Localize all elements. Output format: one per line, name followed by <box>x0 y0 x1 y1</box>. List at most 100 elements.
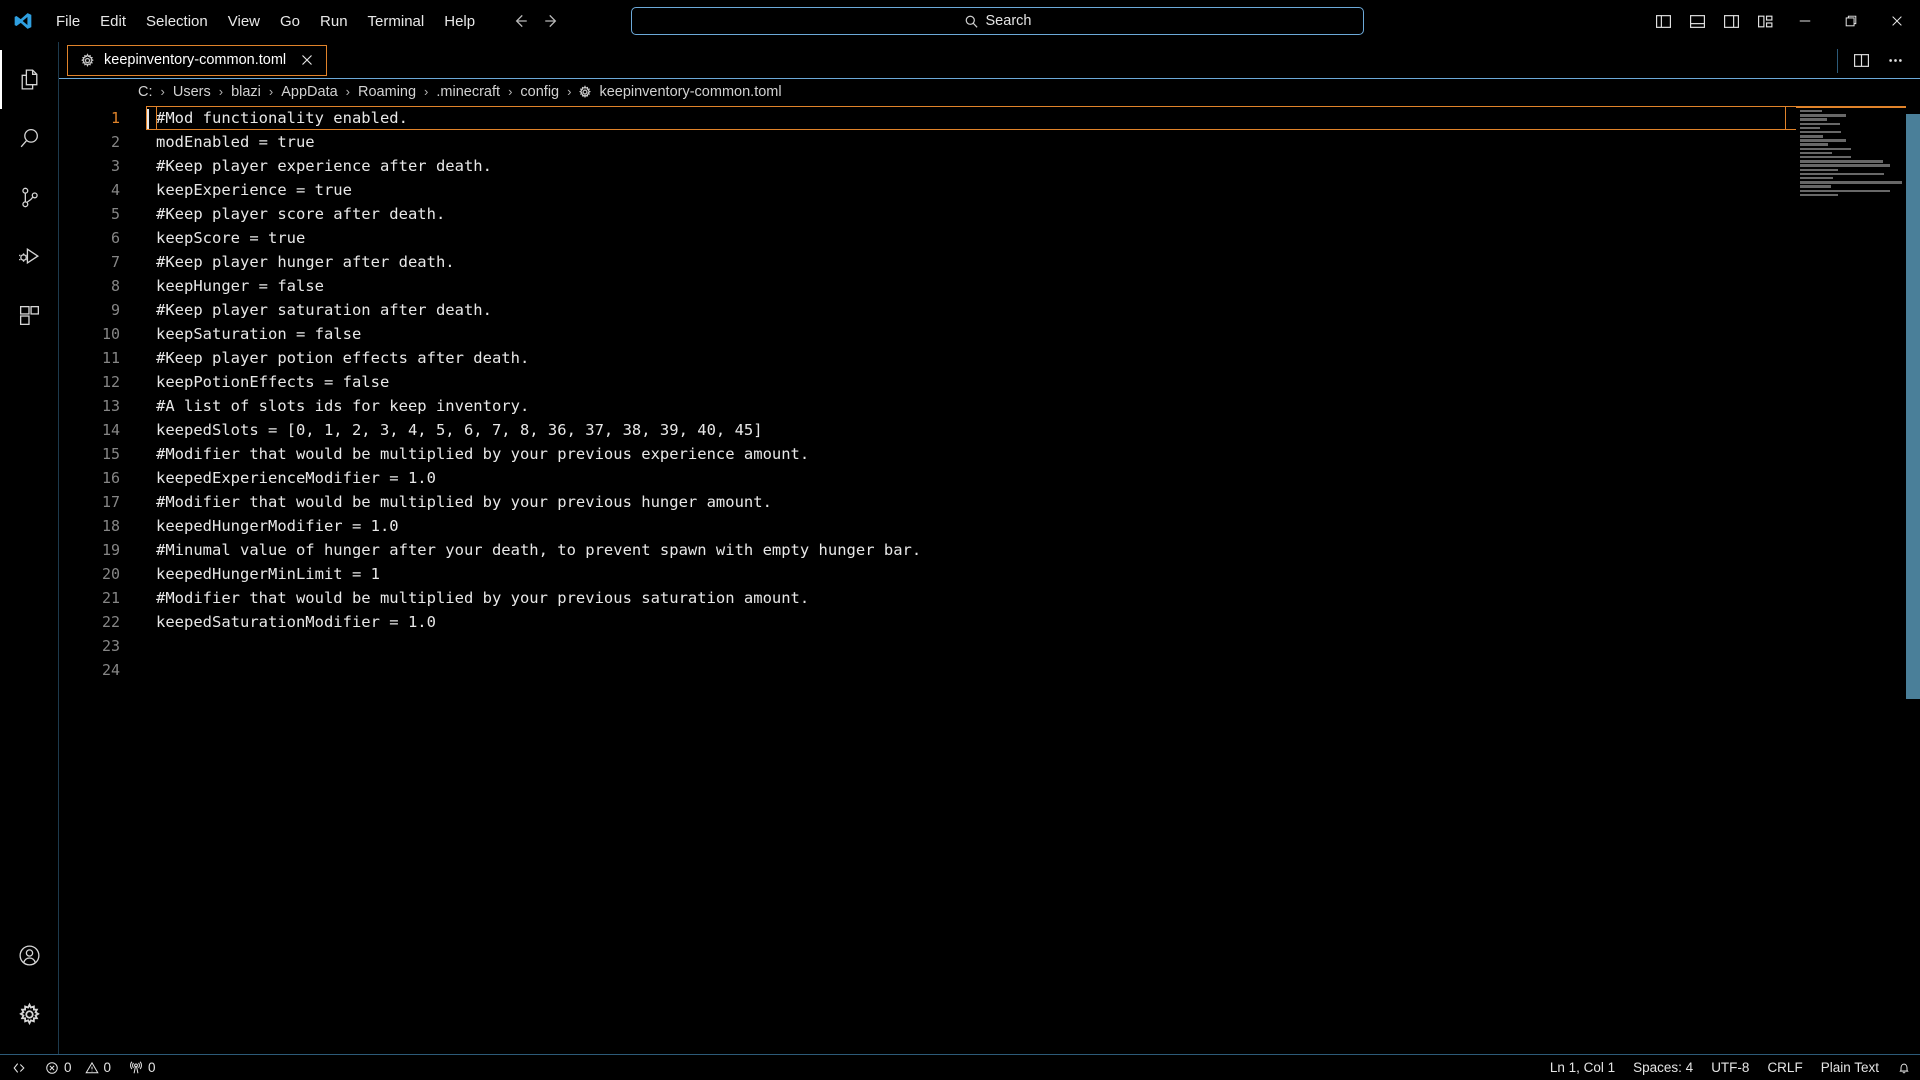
code-viewport[interactable]: 1 #Mod functionality enabled. 2 modEnabled … <box>59 104 1920 1054</box>
editor-tab-keepinventory-common-toml[interactable]: keepinventory-common.toml <box>67 44 328 76</box>
code-line[interactable]: 14 keepedSlots = [0, 1, 2, 3, 4, 5, 6, 7,… <box>59 418 1920 442</box>
remote-window-button[interactable] <box>0 1055 36 1080</box>
menu-run[interactable]: Run <box>310 0 358 42</box>
breadcrumb-item-3[interactable]: AppData <box>280 84 338 100</box>
code-line[interactable]: 6 keepScore = true <box>59 226 1920 250</box>
line-content[interactable]: #Modifier that would be multiplied by yo… <box>146 442 1920 466</box>
code-line[interactable]: 4 keepExperience = true <box>59 178 1920 202</box>
status-editor-encoding[interactable]: UTF-8 <box>1702 1055 1758 1080</box>
line-content[interactable]: keepSaturation = false <box>146 322 1920 346</box>
customize-layout-icon[interactable] <box>1748 0 1782 42</box>
code-line[interactable]: 21 #Modifier that would be multiplied by … <box>59 586 1920 610</box>
code-line[interactable]: 23 <box>59 634 1920 658</box>
code-lines[interactable]: 1 #Mod functionality enabled. 2 modEnabled … <box>59 104 1920 682</box>
arrow-right-icon[interactable] <box>541 10 563 32</box>
minimap[interactable] <box>1796 104 1906 1054</box>
breadcrumb-item-2[interactable]: blazi <box>230 84 262 100</box>
sidebar-item-source-control[interactable] <box>0 168 59 227</box>
line-content[interactable]: keepedHungerMinLimit = 1 <box>146 562 1920 586</box>
breadcrumb-item-0[interactable]: C: <box>137 84 154 100</box>
line-content[interactable]: modEnabled = true <box>146 130 1920 154</box>
code-line[interactable]: 3 #Keep player experience after death. <box>59 154 1920 178</box>
layout-primary-sidebar-icon[interactable] <box>1646 0 1680 42</box>
line-content[interactable] <box>146 658 1920 682</box>
line-content[interactable]: #Keep player potion effects after death. <box>146 346 1920 370</box>
status-ports[interactable]: 0 <box>120 1055 165 1080</box>
sidebar-item-explorer[interactable] <box>0 50 59 109</box>
menu-help[interactable]: Help <box>434 0 485 42</box>
split-editor-icon[interactable] <box>1844 46 1878 76</box>
status-editor-eol[interactable]: CRLF <box>1758 1055 1811 1080</box>
close-icon[interactable] <box>299 52 315 68</box>
close-icon[interactable] <box>1874 0 1920 42</box>
code-line[interactable]: 12 keepPotionEffects = false <box>59 370 1920 394</box>
sidebar-item-run-and-debug[interactable] <box>0 227 59 286</box>
line-content[interactable]: #Keep player score after death. <box>146 202 1920 226</box>
status-editor-position[interactable]: Ln 1, Col 1 <box>1541 1055 1624 1080</box>
code-line[interactable]: 15 #Modifier that would be multiplied by … <box>59 442 1920 466</box>
menu-terminal[interactable]: Terminal <box>358 0 435 42</box>
line-content[interactable]: keepHunger = false <box>146 274 1920 298</box>
breadcrumb-item-6[interactable]: config <box>519 84 560 100</box>
line-number: 14 <box>101 421 120 439</box>
menu-file[interactable]: File <box>46 0 90 42</box>
code-line[interactable]: 1 #Mod functionality enabled. <box>59 106 1920 130</box>
line-content[interactable]: keepedExperienceModifier = 1.0 <box>146 466 1920 490</box>
line-content[interactable]: keepScore = true <box>146 226 1920 250</box>
breadcrumb-item-5[interactable]: .minecraft <box>435 84 501 100</box>
code-line[interactable]: 7 #Keep player hunger after death. <box>59 250 1920 274</box>
code-line[interactable]: 11 #Keep player potion effects after deat… <box>59 346 1920 370</box>
arrow-left-icon[interactable] <box>509 10 531 32</box>
accounts-button[interactable] <box>0 926 59 985</box>
editor-vertical-scrollbar[interactable] <box>1906 104 1920 1054</box>
line-content[interactable]: #Keep player saturation after death. <box>146 298 1920 322</box>
menu-go[interactable]: Go <box>270 0 310 42</box>
code-line[interactable]: 19 #Minumal value of hunger after your de… <box>59 538 1920 562</box>
status-problems-errors[interactable]: 0 0 <box>36 1055 120 1080</box>
menu-edit[interactable]: Edit <box>90 0 136 42</box>
code-line[interactable]: 16 keepedExperienceModifier = 1.0 <box>59 466 1920 490</box>
code-line[interactable]: 9 #Keep player saturation after death. <box>59 298 1920 322</box>
line-content[interactable]: #Mod functionality enabled. <box>146 106 1920 130</box>
sidebar-item-search[interactable] <box>0 109 59 168</box>
maximize-icon[interactable] <box>1828 0 1874 42</box>
sidebar-item-extensions[interactable] <box>0 286 59 345</box>
breadcrumb-item-4[interactable]: Roaming <box>357 84 417 100</box>
line-content[interactable]: keepedSlots = [0, 1, 2, 3, 4, 5, 6, 7, 8… <box>146 418 1920 442</box>
code-line[interactable]: 8 keepHunger = false <box>59 274 1920 298</box>
scrollbar-thumb[interactable] <box>1906 114 1920 699</box>
line-content[interactable]: #Keep player hunger after death. <box>146 250 1920 274</box>
line-content[interactable]: keepedHungerModifier = 1.0 <box>146 514 1920 538</box>
code-line[interactable]: 22 keepedSaturationModifier = 1.0 <box>59 610 1920 634</box>
line-content[interactable]: keepExperience = true <box>146 178 1920 202</box>
manage-settings-button[interactable] <box>0 985 59 1044</box>
line-content[interactable]: #Modifier that would be multiplied by yo… <box>146 490 1920 514</box>
line-content[interactable]: keepPotionEffects = false <box>146 370 1920 394</box>
notifications-button[interactable] <box>1888 1055 1920 1080</box>
line-content[interactable]: #A list of slots ids for keep inventory. <box>146 394 1920 418</box>
menu-view[interactable]: View <box>218 0 270 42</box>
layout-panel-icon[interactable] <box>1680 0 1714 42</box>
minimize-icon[interactable] <box>1782 0 1828 42</box>
menu-selection[interactable]: Selection <box>136 0 218 42</box>
ellipsis-icon[interactable] <box>1878 46 1912 76</box>
code-line[interactable]: 13 #A list of slots ids for keep inventor… <box>59 394 1920 418</box>
line-content[interactable]: #Keep player experience after death. <box>146 154 1920 178</box>
line-content[interactable] <box>146 634 1920 658</box>
code-line[interactable]: 2 modEnabled = true <box>59 130 1920 154</box>
breadcrumb-item-1[interactable]: Users <box>172 84 212 100</box>
code-line[interactable]: 24 <box>59 658 1920 682</box>
status-editor-language[interactable]: Plain Text <box>1812 1055 1888 1080</box>
line-content[interactable]: #Modifier that would be multiplied by yo… <box>146 586 1920 610</box>
code-line[interactable]: 10 keepSaturation = false <box>59 322 1920 346</box>
code-line[interactable]: 18 keepedHungerModifier = 1.0 <box>59 514 1920 538</box>
code-line[interactable]: 20 keepedHungerMinLimit = 1 <box>59 562 1920 586</box>
line-content[interactable]: keepedSaturationModifier = 1.0 <box>146 610 1920 634</box>
breadcrumb-item-7[interactable]: keepinventory-common.toml <box>598 84 782 100</box>
search-input[interactable]: Search <box>631 7 1364 35</box>
layout-secondary-sidebar-icon[interactable] <box>1714 0 1748 42</box>
code-line[interactable]: 5 #Keep player score after death. <box>59 202 1920 226</box>
status-editor-indentation[interactable]: Spaces: 4 <box>1624 1055 1702 1080</box>
code-line[interactable]: 17 #Modifier that would be multiplied by … <box>59 490 1920 514</box>
line-content[interactable]: #Minumal value of hunger after your deat… <box>146 538 1920 562</box>
